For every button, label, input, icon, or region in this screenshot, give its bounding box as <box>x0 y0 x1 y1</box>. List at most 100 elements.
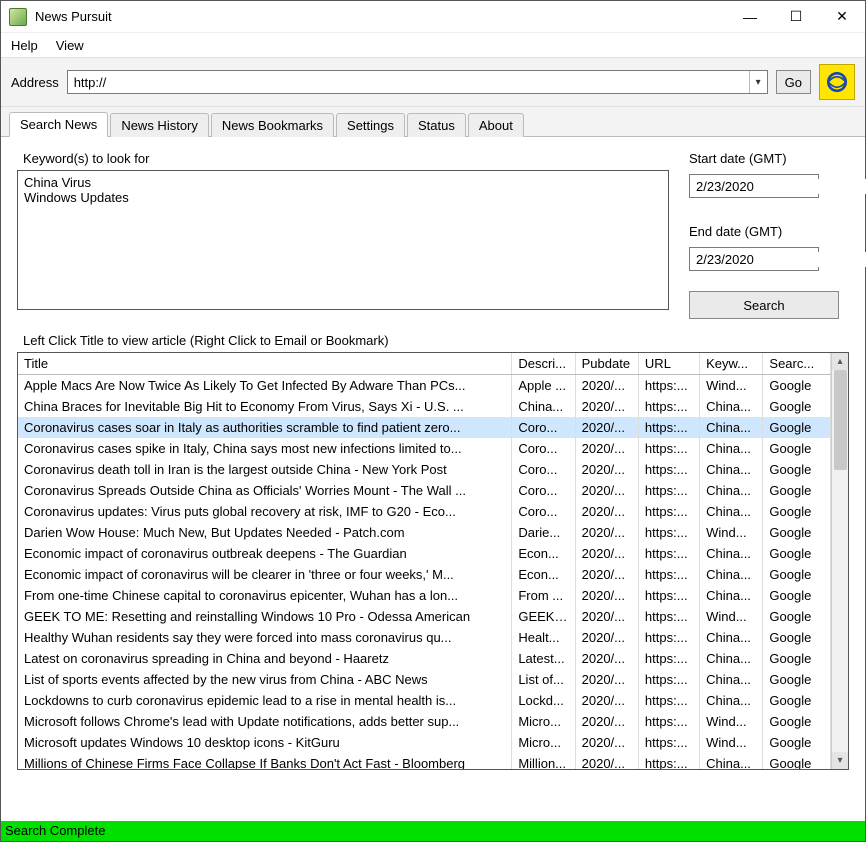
cell-pub[interactable]: 2020/... <box>575 753 638 769</box>
keywords-input[interactable] <box>17 170 669 310</box>
search-button[interactable]: Search <box>689 291 839 319</box>
cell-url[interactable]: https:... <box>638 606 699 627</box>
scroll-down-icon[interactable]: ▾ <box>832 752 848 769</box>
cell-url[interactable]: https:... <box>638 732 699 753</box>
cell-descr[interactable]: Micro... <box>512 732 575 753</box>
scroll-up-icon[interactable]: ▴ <box>832 353 848 370</box>
cell-title[interactable]: Coronavirus cases soar in Italy as autho… <box>18 417 512 438</box>
tab-about[interactable]: About <box>468 113 524 137</box>
cell-descr[interactable]: Million... <box>512 753 575 769</box>
table-row[interactable]: Coronavirus cases spike in Italy, China … <box>18 438 831 459</box>
table-row[interactable]: China Braces for Inevitable Big Hit to E… <box>18 396 831 417</box>
minimize-button[interactable]: — <box>727 1 773 33</box>
cell-keyw[interactable]: China... <box>700 690 763 711</box>
cell-descr[interactable]: Econ... <box>512 564 575 585</box>
go-button[interactable]: Go <box>776 70 811 94</box>
cell-pub[interactable]: 2020/... <box>575 585 638 606</box>
address-combo[interactable]: ▾ <box>67 70 768 94</box>
table-row[interactable]: Millions of Chinese Firms Face Collapse … <box>18 753 831 769</box>
cell-descr[interactable]: Apple ... <box>512 375 575 397</box>
cell-url[interactable]: https:... <box>638 375 699 397</box>
cell-searc[interactable]: Google <box>763 564 831 585</box>
cell-pub[interactable]: 2020/... <box>575 375 638 397</box>
cell-searc[interactable]: Google <box>763 669 831 690</box>
scrollbar[interactable]: ▴ ▾ <box>831 353 848 769</box>
table-row[interactable]: Darien Wow House: Much New, But Updates … <box>18 522 831 543</box>
cell-pub[interactable]: 2020/... <box>575 648 638 669</box>
tab-search-news[interactable]: Search News <box>9 112 108 137</box>
cell-title[interactable]: China Braces for Inevitable Big Hit to E… <box>18 396 512 417</box>
cell-url[interactable]: https:... <box>638 564 699 585</box>
cell-descr[interactable]: China... <box>512 396 575 417</box>
cell-searc[interactable]: Google <box>763 396 831 417</box>
cell-pub[interactable]: 2020/... <box>575 564 638 585</box>
cell-keyw[interactable]: China... <box>700 459 763 480</box>
cell-searc[interactable]: Google <box>763 522 831 543</box>
cell-searc[interactable]: Google <box>763 480 831 501</box>
table-row[interactable]: Coronavirus updates: Virus puts global r… <box>18 501 831 522</box>
cell-pub[interactable]: 2020/... <box>575 627 638 648</box>
cell-url[interactable]: https:... <box>638 396 699 417</box>
cell-url[interactable]: https:... <box>638 711 699 732</box>
cell-descr[interactable]: Coro... <box>512 459 575 480</box>
cell-keyw[interactable]: China... <box>700 648 763 669</box>
cell-searc[interactable]: Google <box>763 606 831 627</box>
cell-title[interactable]: Apple Macs Are Now Twice As Likely To Ge… <box>18 375 512 397</box>
cell-pub[interactable]: 2020/... <box>575 669 638 690</box>
cell-pub[interactable]: 2020/... <box>575 480 638 501</box>
table-row[interactable]: GEEK TO ME: Resetting and reinstalling W… <box>18 606 831 627</box>
cell-title[interactable]: Darien Wow House: Much New, But Updates … <box>18 522 512 543</box>
cell-keyw[interactable]: China... <box>700 438 763 459</box>
scroll-thumb[interactable] <box>834 370 847 470</box>
cell-keyw[interactable]: China... <box>700 564 763 585</box>
cell-pub[interactable]: 2020/... <box>575 690 638 711</box>
cell-descr[interactable]: Coro... <box>512 438 575 459</box>
cell-keyw[interactable]: China... <box>700 417 763 438</box>
col-search[interactable]: Searc... <box>763 353 831 375</box>
cell-title[interactable]: List of sports events affected by the ne… <box>18 669 512 690</box>
cell-searc[interactable]: Google <box>763 690 831 711</box>
col-description[interactable]: Descri... <box>512 353 575 375</box>
cell-searc[interactable]: Google <box>763 417 831 438</box>
cell-searc[interactable]: Google <box>763 732 831 753</box>
menu-help[interactable]: Help <box>9 36 40 55</box>
address-input[interactable] <box>68 75 749 90</box>
cell-pub[interactable]: 2020/... <box>575 732 638 753</box>
table-row[interactable]: Apple Macs Are Now Twice As Likely To Ge… <box>18 375 831 397</box>
cell-descr[interactable]: Econ... <box>512 543 575 564</box>
cell-pub[interactable]: 2020/... <box>575 606 638 627</box>
cell-pub[interactable]: 2020/... <box>575 711 638 732</box>
table-row[interactable]: Economic impact of coronavirus outbreak … <box>18 543 831 564</box>
tab-news-bookmarks[interactable]: News Bookmarks <box>211 113 334 137</box>
start-date-input[interactable] <box>690 179 866 194</box>
table-row[interactable]: Latest on coronavirus spreading in China… <box>18 648 831 669</box>
cell-keyw[interactable]: China... <box>700 501 763 522</box>
cell-descr[interactable]: Micro... <box>512 711 575 732</box>
cell-searc[interactable]: Google <box>763 648 831 669</box>
cell-keyw[interactable]: China... <box>700 396 763 417</box>
cell-descr[interactable]: GEEK ... <box>512 606 575 627</box>
cell-title[interactable]: Coronavirus cases spike in Italy, China … <box>18 438 512 459</box>
cell-searc[interactable]: Google <box>763 501 831 522</box>
table-row[interactable]: Economic impact of coronavirus will be c… <box>18 564 831 585</box>
cell-keyw[interactable]: China... <box>700 585 763 606</box>
cell-keyw[interactable]: Wind... <box>700 711 763 732</box>
cell-url[interactable]: https:... <box>638 480 699 501</box>
cell-title[interactable]: From one-time Chinese capital to coronav… <box>18 585 512 606</box>
cell-title[interactable]: Coronavirus death toll in Iran is the la… <box>18 459 512 480</box>
cell-title[interactable]: Microsoft follows Chrome's lead with Upd… <box>18 711 512 732</box>
cell-keyw[interactable]: China... <box>700 753 763 769</box>
close-button[interactable]: ✕ <box>819 1 865 33</box>
table-row[interactable]: Healthy Wuhan residents say they were fo… <box>18 627 831 648</box>
cell-url[interactable]: https:... <box>638 753 699 769</box>
cell-descr[interactable]: Lockd... <box>512 690 575 711</box>
address-dropdown-icon[interactable]: ▾ <box>749 71 767 93</box>
cell-searc[interactable]: Google <box>763 711 831 732</box>
results-table[interactable]: Title Descri... Pubdate URL Keyw... Sear… <box>18 353 831 769</box>
cell-title[interactable]: Healthy Wuhan residents say they were fo… <box>18 627 512 648</box>
col-pubdate[interactable]: Pubdate <box>575 353 638 375</box>
cell-url[interactable]: https:... <box>638 627 699 648</box>
cell-searc[interactable]: Google <box>763 459 831 480</box>
cell-keyw[interactable]: Wind... <box>700 375 763 397</box>
table-row[interactable]: Microsoft follows Chrome's lead with Upd… <box>18 711 831 732</box>
